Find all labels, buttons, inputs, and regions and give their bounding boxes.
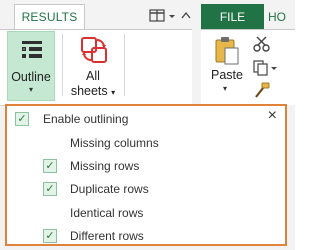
separator [124, 34, 125, 96]
cut-icon[interactable] [253, 36, 271, 52]
chevron-down-icon: ▾ [111, 88, 116, 97]
enable-outlining-option[interactable]: ✓ Enable outlining [7, 110, 247, 130]
option-missing-columns[interactable]: Missing columns [7, 134, 247, 154]
separator [62, 34, 63, 96]
checkbox-missing-rows[interactable]: ✓ [43, 159, 57, 173]
close-icon[interactable]: × [268, 108, 277, 124]
paste-label[interactable]: Paste [211, 68, 243, 82]
checkbox-different-rows[interactable]: ✓ [43, 229, 57, 243]
tab-file[interactable]: FILE [201, 4, 264, 30]
duplicate-rows-label: Duplicate rows [70, 182, 149, 196]
missing-rows-label: Missing rows [70, 159, 140, 173]
outline-icon [22, 41, 42, 58]
copy-icon[interactable] [253, 60, 279, 76]
all-sheets-label-line1: All [86, 69, 100, 83]
home-ribbon: Paste ▾ [201, 29, 295, 105]
all-sheets-label-line2: sheets ▾ [68, 84, 118, 98]
all-sheets-label-line2-text: sheets [70, 84, 108, 98]
outline-button[interactable]: Outline ▾ [7, 31, 55, 101]
option-missing-rows[interactable]: ✓ Missing rows [7, 157, 247, 177]
all-sheets-button[interactable]: All sheets ▾ [68, 31, 118, 101]
option-identical-rows[interactable]: Identical rows [7, 204, 247, 224]
results-ribbon: Outline ▾ All sheets ▾ [0, 29, 192, 106]
enable-outlining-label: Enable outlining [43, 112, 129, 126]
tab-results[interactable]: RESULTS [14, 4, 85, 30]
tab-home[interactable]: HO [268, 4, 286, 30]
outline-label: Outline [11, 70, 51, 84]
option-duplicate-rows[interactable]: ✓ Duplicate rows [7, 180, 247, 200]
paste-icon[interactable] [214, 36, 240, 66]
chevron-down-icon: ▾ [28, 85, 33, 94]
outline-options-dropdown: × ✓ Enable outlining Missing columns ✓ M… [5, 104, 287, 246]
chevron-down-icon[interactable]: ▾ [223, 84, 227, 93]
different-rows-label: Different rows [70, 229, 144, 243]
checkbox-enable-outlining[interactable]: ✓ [15, 112, 29, 126]
layout-icon[interactable] [149, 8, 197, 24]
missing-columns-label: Missing columns [70, 136, 159, 150]
all-sheets-icon [81, 37, 107, 63]
identical-rows-label: Identical rows [70, 206, 144, 220]
checkbox-duplicate-rows[interactable]: ✓ [43, 182, 57, 196]
layout-controls [149, 8, 197, 24]
format-painter-icon[interactable] [253, 82, 271, 100]
option-different-rows[interactable]: ✓ Different rows [7, 227, 247, 247]
app-window: RESULTS Outline ▾ All sheets ▾ FILE HO P… [0, 0, 295, 250]
